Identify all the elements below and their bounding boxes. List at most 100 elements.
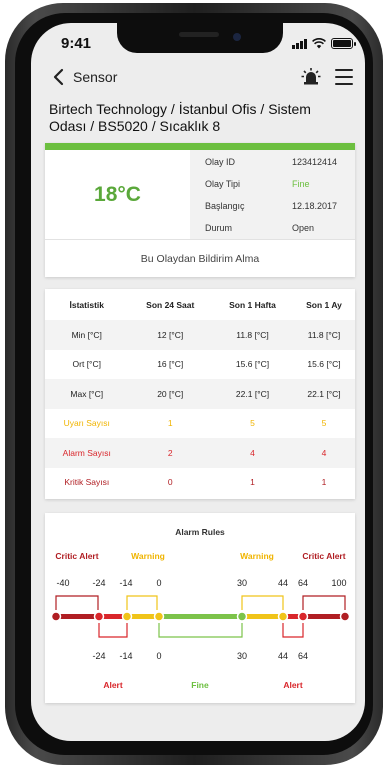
event-info-row: Olay Tipi Fine [190, 173, 355, 195]
breadcrumb: Birtech Technology / İstanbul Ofis / Sis… [49, 101, 311, 134]
critic-alert-label: Critic Alert [302, 551, 345, 561]
table-cell: 11.8 [°C] [293, 320, 355, 350]
table-row: Alarm Sayısı 2 4 4 [45, 438, 355, 468]
hamburger-menu-icon[interactable] [335, 69, 353, 85]
table-cell: 11.8 [°C] [212, 320, 294, 350]
statistics-table: İstatistik Son 24 Saat Son 1 Hafta Son 1… [45, 289, 355, 497]
column-header: İstatistik [69, 299, 105, 310]
threshold-handle[interactable] [277, 611, 289, 622]
row-label: Ort [°C] [45, 349, 129, 379]
phone-screen: 9:41 Sensor Birtech Technology / İstanbu… [31, 23, 365, 741]
warning-range-bracket [241, 595, 284, 610]
event-info-label: Olay Tipi [205, 179, 241, 189]
critic-segment [56, 614, 99, 619]
statistics-card: İstatistik Son 24 Saat Son 1 Hafta Son 1… [45, 289, 355, 499]
wifi-icon [312, 38, 326, 49]
column-header: Son 1 Hafta [229, 299, 276, 310]
threshold-value: -24 [92, 651, 105, 661]
threshold-handle[interactable] [236, 611, 248, 622]
table-cell: 4 [212, 438, 294, 468]
event-info-label: Durum [205, 223, 233, 233]
threshold-handle[interactable] [297, 611, 309, 622]
event-info-value: 12.18.2017 [292, 201, 338, 211]
event-info-value: 123412414 [292, 157, 338, 167]
threshold-handle[interactable] [339, 611, 351, 622]
threshold-value: 0 [156, 651, 161, 661]
battery-icon [331, 38, 356, 49]
table-cell: 5 [212, 408, 294, 438]
alarm-rules-title: Alarm Rules [175, 527, 225, 537]
status-bar: 9:41 [31, 35, 365, 55]
threshold-value: -14 [119, 651, 132, 661]
clock: 9:41 [61, 35, 92, 52]
alarm-rules-card: Alarm Rules Critic Alert Warning Warning… [45, 513, 355, 703]
threshold-handle[interactable] [153, 611, 165, 622]
table-cell: 20 [°C] [128, 379, 212, 409]
threshold-value: 100 [331, 578, 346, 588]
table-row: Ort [°C] 16 [°C] 15.6 [°C] 15.6 [°C] [45, 349, 355, 379]
table-cell: 5 [293, 408, 355, 438]
threshold-value: 44 [278, 651, 288, 661]
critic-segment [303, 614, 345, 619]
nav-bar: Sensor [31, 65, 365, 91]
row-label: Min [°C] [45, 320, 129, 350]
threshold-handle[interactable] [121, 611, 133, 622]
threshold-value: 44 [278, 578, 288, 588]
siren-icon[interactable] [301, 67, 321, 87]
event-info-panel: Olay ID 123412414 Olay Tipi Fine Başlang… [190, 150, 355, 239]
table-row: Uyarı Sayısı 1 5 5 [45, 408, 355, 438]
table-cell: 16 [°C] [128, 349, 212, 379]
threshold-value: 64 [298, 651, 308, 661]
table-cell: 15.6 [°C] [212, 349, 294, 379]
alert-label: Alert [283, 680, 303, 690]
table-header-row: İstatistik Son 24 Saat Son 1 Hafta Son 1… [45, 289, 355, 320]
critic-alert-label: Critic Alert [55, 551, 98, 561]
nav-title: Sensor [73, 69, 118, 85]
status-color-bar [45, 143, 355, 150]
temperature-panel: 18°C [45, 150, 190, 239]
threshold-value: -24 [92, 578, 105, 588]
column-header: Son 1 Ay [306, 299, 342, 310]
critic-range-bracket [302, 595, 346, 610]
event-info-label: Başlangıç [205, 201, 245, 211]
signal-icon [292, 39, 307, 49]
table-row: Max [°C] 20 [°C] 22.1 [°C] 22.1 [°C] [45, 379, 355, 409]
event-card: 18°C Olay ID 123412414 Olay Tipi Fine Ba… [45, 143, 355, 277]
event-info-row: Durum Open [190, 217, 355, 239]
threshold-value: -14 [119, 578, 132, 588]
warning-label: Warning [240, 551, 274, 561]
row-label: Uyarı Sayısı [45, 408, 129, 438]
threshold-handle[interactable] [50, 611, 62, 622]
event-info-label: Olay ID [205, 157, 236, 167]
table-row: Min [°C] 12 [°C] 11.8 [°C] 11.8 [°C] [45, 320, 355, 350]
table-cell: 2 [128, 438, 212, 468]
table-cell: 22.1 [°C] [212, 379, 294, 409]
threshold-value: 0 [156, 578, 161, 588]
event-info-row: Olay ID 123412414 [190, 151, 355, 173]
row-label: Max [°C] [45, 379, 129, 409]
table-cell: 22.1 [°C] [293, 379, 355, 409]
column-header: Son 24 Saat [146, 299, 195, 310]
event-type-value: Fine [292, 179, 310, 189]
row-label: Kritik Sayısı [45, 467, 129, 497]
temperature-value: 18°C [94, 182, 141, 206]
table-cell: 4 [293, 438, 355, 468]
alert-range-bracket [282, 623, 304, 638]
mute-notifications-button[interactable]: Bu Olaydan Bildirim Alma [45, 239, 355, 277]
threshold-handle[interactable] [93, 611, 105, 622]
event-info-value: Open [292, 223, 315, 233]
event-info-row: Başlangıç 12.18.2017 [190, 195, 355, 217]
alert-range-bracket [98, 623, 128, 638]
warning-label: Warning [131, 551, 165, 561]
back-arrow-icon[interactable] [49, 67, 69, 87]
table-cell: 1 [128, 408, 212, 438]
warning-segment [242, 614, 283, 619]
table-cell: 1 [293, 467, 355, 497]
row-label: Alarm Sayısı [45, 438, 129, 468]
threshold-value: 30 [237, 651, 247, 661]
critic-range-bracket [55, 595, 99, 610]
table-cell: 0 [128, 467, 212, 497]
fine-segment [159, 614, 242, 619]
alert-label: Alert [103, 680, 123, 690]
table-cell: 15.6 [°C] [293, 349, 355, 379]
